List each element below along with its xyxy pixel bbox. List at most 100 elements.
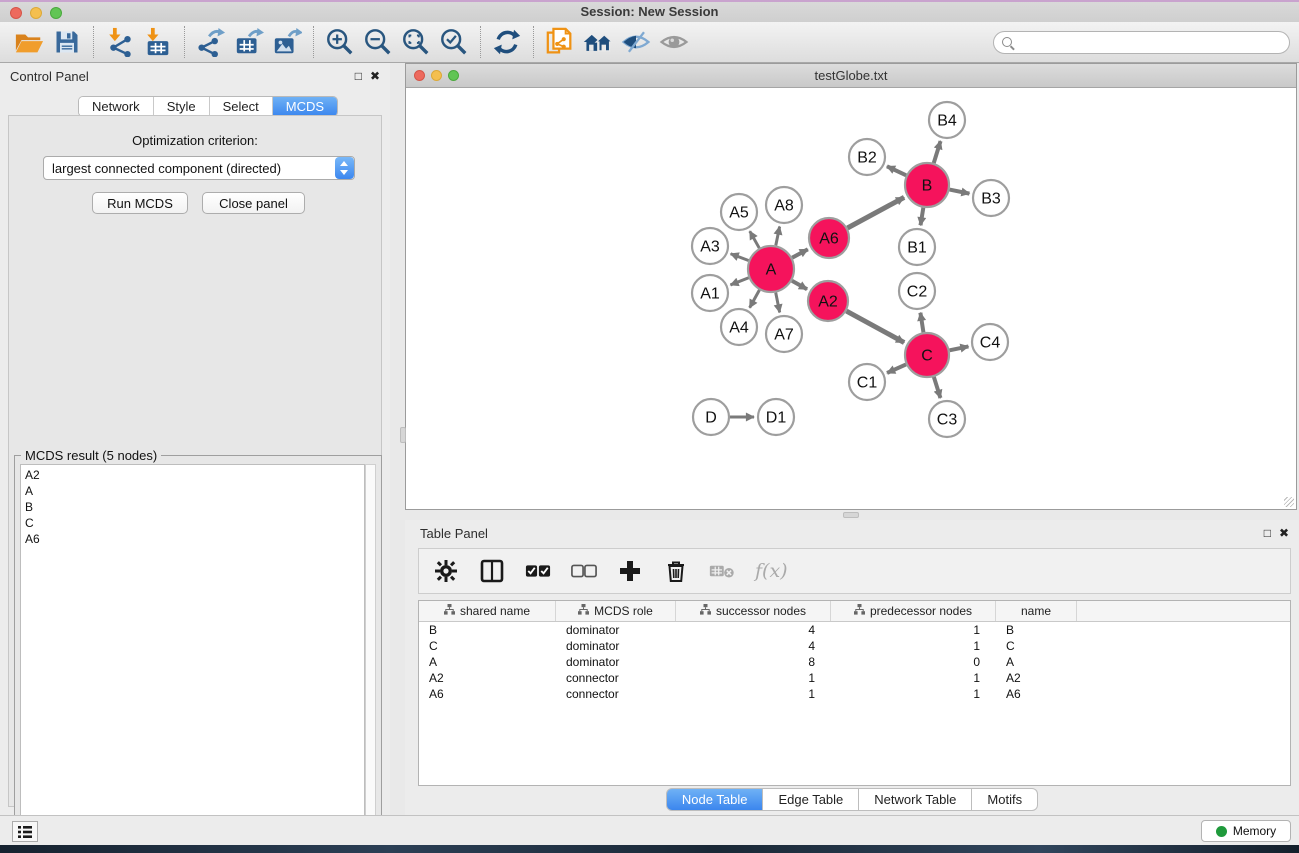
table-cell[interactable]: 1 [831, 622, 996, 638]
zoom-window-button[interactable] [50, 7, 62, 19]
table-body[interactable]: Bdominator41BCdominator41CAdominator80AA… [419, 622, 1290, 702]
delete-column-trash-icon[interactable] [663, 558, 689, 584]
edge-A-A8[interactable] [776, 227, 780, 246]
network-canvas[interactable]: AA6A2BCA5A8A3A1A4A7B2B4B3B1C2C4C1C3DD1 [406, 88, 1296, 509]
import-network-icon[interactable] [101, 24, 139, 60]
show-column-icon[interactable] [479, 558, 505, 584]
edge-B-B2[interactable] [887, 166, 906, 175]
table-cell[interactable]: B [996, 622, 1077, 638]
edge-A-A2[interactable] [792, 281, 807, 290]
edge-C-C3[interactable] [934, 377, 941, 398]
edge-A-A6[interactable] [792, 249, 808, 257]
save-session-icon[interactable] [48, 24, 86, 60]
table-cell[interactable]: A6 [996, 686, 1077, 702]
edge-C-C1[interactable] [887, 364, 906, 373]
tab-edge-table[interactable]: Edge Table [763, 788, 859, 811]
table-cell[interactable]: 1 [831, 638, 996, 654]
table-cell[interactable]: dominator [556, 654, 676, 670]
edge-A-A4[interactable] [750, 290, 760, 308]
table-cell[interactable]: A2 [996, 670, 1077, 686]
table-cell[interactable]: connector [556, 670, 676, 686]
edge-C-C4[interactable] [950, 346, 969, 350]
table-row[interactable]: A6connector11A6 [419, 686, 1290, 702]
result-list-item[interactable]: C [25, 515, 364, 531]
table-cell[interactable]: B [419, 622, 556, 638]
result-list-item[interactable]: A2 [25, 467, 364, 483]
criterion-dropdown[interactable]: largest connected component (directed) [43, 156, 355, 180]
select-all-rows-icon[interactable] [525, 558, 551, 584]
table-cell[interactable]: A6 [419, 686, 556, 702]
mcds-result-list[interactable]: A2ABCA6 [20, 464, 365, 852]
delete-table-icon[interactable] [709, 558, 735, 584]
tab-network[interactable]: Network [79, 97, 154, 116]
column-header-name[interactable]: name [996, 601, 1077, 621]
zoom-in-icon[interactable] [321, 24, 359, 60]
edge-B-B1[interactable] [921, 208, 924, 226]
houses-icon[interactable] [579, 24, 617, 60]
table-cell[interactable]: A2 [419, 670, 556, 686]
tab-style[interactable]: Style [154, 97, 210, 116]
zoom-selected-icon[interactable] [435, 24, 473, 60]
edge-A-A5[interactable] [750, 231, 759, 248]
table-row[interactable]: A2connector11A2 [419, 670, 1290, 686]
result-scrollbar[interactable] [365, 464, 376, 852]
table-cell[interactable]: connector [556, 686, 676, 702]
float-panel-icon[interactable]: □ [1264, 526, 1271, 540]
table-cell[interactable]: 0 [831, 654, 996, 670]
result-list-item[interactable]: B [25, 499, 364, 515]
table-cell[interactable]: A [419, 654, 556, 670]
apply-layout-icon[interactable] [488, 24, 526, 60]
horizontal-divider-grip[interactable] [843, 512, 859, 518]
node-table[interactable]: shared nameMCDS rolesuccessor nodesprede… [418, 600, 1291, 786]
edge-B-B3[interactable] [950, 190, 970, 194]
table-cell[interactable]: A [996, 654, 1077, 670]
memory-button[interactable]: Memory [1201, 820, 1291, 842]
edge-A2-C[interactable] [846, 311, 904, 342]
tab-node-table[interactable]: Node Table [666, 788, 764, 811]
edge-A-A7[interactable] [776, 293, 780, 313]
edge-C-C2[interactable] [920, 313, 923, 333]
table-row[interactable]: Adominator80A [419, 654, 1290, 670]
table-cell[interactable]: 4 [676, 638, 831, 654]
zoom-fit-icon[interactable] [397, 24, 435, 60]
close-view-button[interactable] [414, 70, 425, 81]
column-header-successor-nodes[interactable]: successor nodes [676, 601, 831, 621]
close-panel-icon[interactable]: ✖ [1279, 526, 1289, 540]
table-cell[interactable]: dominator [556, 638, 676, 654]
table-row[interactable]: Bdominator41B [419, 622, 1290, 638]
export-image-icon[interactable] [268, 24, 306, 60]
float-panel-icon[interactable]: □ [355, 69, 362, 83]
table-cell[interactable]: 1 [676, 670, 831, 686]
export-network-icon[interactable] [192, 24, 230, 60]
table-cell[interactable]: C [996, 638, 1077, 654]
edge-B-B4[interactable] [934, 141, 941, 163]
network-window-titlebar[interactable]: testGlobe.txt [406, 64, 1296, 88]
tab-mcds[interactable]: MCDS [273, 97, 337, 116]
edge-A-A3[interactable] [731, 254, 749, 261]
table-cell[interactable]: 4 [676, 622, 831, 638]
result-list-item[interactable]: A [25, 483, 364, 499]
edge-A-A1[interactable] [730, 278, 748, 285]
hide-selected-eye-icon[interactable] [617, 24, 655, 60]
column-header-MCDS-role[interactable]: MCDS role [556, 601, 676, 621]
zoom-view-button[interactable] [448, 70, 459, 81]
create-column-icon[interactable] [617, 558, 643, 584]
deselect-all-rows-icon[interactable] [571, 558, 597, 584]
minimize-view-button[interactable] [431, 70, 442, 81]
zoom-out-icon[interactable] [359, 24, 397, 60]
open-session-icon[interactable] [10, 24, 48, 60]
tab-motifs[interactable]: Motifs [972, 788, 1038, 811]
table-cell[interactable]: 1 [676, 686, 831, 702]
tab-select[interactable]: Select [210, 97, 273, 116]
edge-A6-B[interactable] [847, 197, 904, 228]
vertical-divider-grip[interactable] [400, 427, 406, 443]
show-all-eye-icon[interactable] [655, 24, 693, 60]
minimize-window-button[interactable] [30, 7, 42, 19]
search-field[interactable] [993, 31, 1290, 54]
close-window-button[interactable] [10, 7, 22, 19]
table-header-row[interactable]: shared nameMCDS rolesuccessor nodesprede… [419, 601, 1290, 622]
table-cell[interactable]: 1 [831, 686, 996, 702]
close-panel-icon[interactable]: ✖ [370, 69, 380, 83]
table-cell[interactable]: C [419, 638, 556, 654]
export-table-icon[interactable] [230, 24, 268, 60]
